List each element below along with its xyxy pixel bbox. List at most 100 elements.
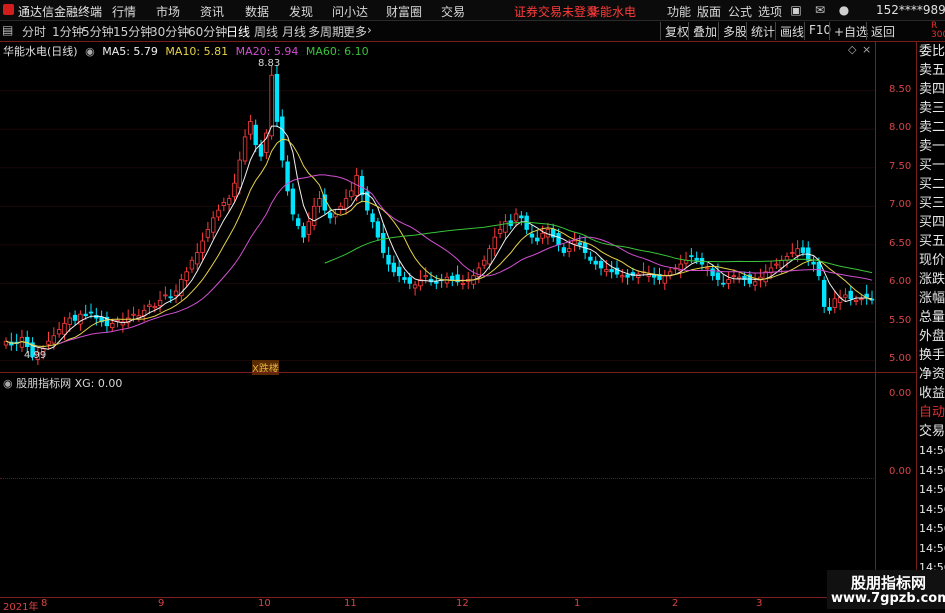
menu-data[interactable]: 数据 [245, 3, 269, 20]
candle [157, 299, 163, 306]
period-tab-1min[interactable]: 1分钟 [52, 23, 84, 40]
quote-panel-item: 卖一 [919, 139, 945, 154]
candle [450, 275, 455, 280]
quote-panel-item: 换手 [919, 348, 945, 363]
low-label: 4.99 [24, 350, 47, 361]
candle [131, 313, 136, 316]
period-tab-60min[interactable]: 60分钟 [188, 23, 227, 40]
message-icon[interactable]: ✉ [812, 2, 828, 18]
candle [72, 314, 78, 321]
candle [721, 282, 726, 285]
candle [556, 233, 561, 246]
account-id[interactable]: 152****9892 [876, 3, 945, 17]
quote-panel-item: 卖二 [919, 120, 945, 135]
quote-panel: 委比 卖五 卖四 卖三 卖二 卖一 买一 买二 买三 买四 买五 现价 涨跌 涨幅 总量 外盘 换手 净资 收益 自动… [916, 42, 945, 609]
period-tab-daily[interactable]: 日线 [226, 23, 250, 40]
candle [311, 205, 317, 226]
login-warning[interactable]: 证券交易未登录 [514, 3, 598, 20]
close-icon[interactable]: × [862, 43, 871, 56]
period-tab-more[interactable]: 更多 [343, 23, 367, 40]
quote-panel-item: 14:56 [919, 502, 945, 516]
candle [593, 260, 598, 265]
menu-news[interactable]: 资讯 [200, 3, 224, 20]
price-ytick: 6.50 [889, 237, 912, 249]
period-tab-5min[interactable]: 5分钟 [82, 23, 114, 40]
menu-layout[interactable]: 版面 [697, 3, 721, 20]
menu-options[interactable]: 选项 [758, 3, 782, 20]
candle [795, 248, 800, 256]
candle [301, 226, 306, 238]
candle [604, 269, 609, 273]
candle [423, 275, 428, 278]
menu-discover[interactable]: 发现 [289, 3, 313, 20]
period-tab-intraday[interactable]: 分时 [22, 23, 46, 40]
skin-icon[interactable]: ▣ [788, 2, 804, 18]
candle [853, 299, 859, 302]
ma10-line [5, 138, 873, 348]
period-tab-30min[interactable]: 30分钟 [150, 23, 189, 40]
candle [434, 281, 439, 284]
candle [216, 209, 221, 218]
quote-panel-item[interactable]: 交易 [919, 422, 945, 441]
quote-panel-item[interactable]: 自动 [919, 403, 945, 422]
menu-market[interactable]: 市场 [156, 3, 180, 20]
candle [168, 296, 173, 299]
quote-panel-item: 涨幅 [919, 291, 945, 306]
candle [237, 159, 242, 189]
candle [763, 271, 768, 283]
toolbar-draw-button[interactable]: 画线 [775, 22, 807, 40]
period-tab-15min[interactable]: 15分钟 [113, 23, 152, 40]
candle [662, 275, 667, 284]
candle [694, 257, 699, 261]
indicator-dropdown-icon[interactable]: ◉ [3, 377, 13, 390]
toolbar-overlay-button[interactable]: 叠加 [688, 22, 720, 40]
menu-formula[interactable]: 公式 [728, 3, 752, 20]
indicator-value: XG: 0.00 [74, 377, 123, 390]
candle [386, 254, 391, 265]
candlestick-chart[interactable] [0, 56, 876, 372]
candle [184, 271, 189, 281]
candle [375, 221, 381, 238]
candle [46, 340, 51, 345]
settings-icon[interactable]: ◇ [848, 43, 856, 56]
candle [519, 215, 524, 219]
quote-panel-item: 外盘 [919, 329, 945, 344]
candle [152, 306, 157, 309]
ma20-line [58, 174, 873, 344]
candle [535, 237, 540, 242]
menu-wealth[interactable]: 财富圈 [386, 3, 422, 20]
candle [83, 313, 88, 317]
time-tick: 12 [456, 598, 469, 609]
candle [827, 307, 832, 311]
indicator-title: 股朋指标网 [16, 377, 72, 390]
candle [200, 240, 205, 253]
candle [620, 275, 625, 278]
candle [195, 252, 200, 265]
period-tab-multi[interactable]: 多周期 [308, 23, 344, 40]
menu-function[interactable]: 功能 [667, 3, 691, 20]
user-icon[interactable]: ● [836, 2, 852, 18]
candle [811, 261, 816, 265]
period-tab-monthly[interactable]: 月线 [282, 23, 306, 40]
menu-ask[interactable]: 问小达 [332, 3, 368, 20]
toolbar-add-watchlist-button[interactable]: +自选 [829, 22, 871, 40]
toolbar-stats-button[interactable]: 统计 [746, 22, 778, 40]
candle [402, 277, 407, 280]
quote-panel-item: 净资 [919, 367, 945, 382]
quote-panel-item: 卖四 [919, 82, 945, 97]
candle [689, 255, 694, 258]
candle [752, 281, 758, 286]
toolbar-toggle-icon[interactable]: ▤ [2, 23, 13, 37]
period-tab-weekly[interactable]: 周线 [254, 23, 278, 40]
chevron-right-icon[interactable]: › [367, 23, 372, 37]
candle [163, 294, 168, 297]
menu-quotes[interactable]: 行情 [112, 3, 136, 20]
candle [726, 279, 731, 284]
price-ytick: 7.00 [889, 199, 912, 211]
menu-trade[interactable]: 交易 [441, 3, 465, 20]
toolbar-back-button[interactable]: 返回 [866, 22, 898, 40]
candle [779, 259, 784, 269]
candle [327, 212, 333, 219]
quote-panel-item: 14:56 [919, 444, 945, 457]
panel-r-label: R300 [931, 21, 945, 40]
